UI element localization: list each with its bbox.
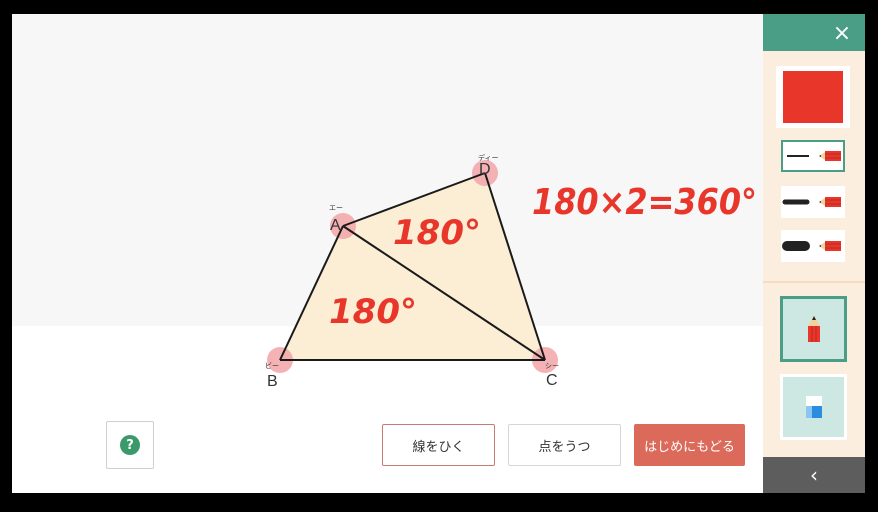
geometry-workspace[interactable]: エー A ビー B シー C ディー D 180° 180° 180×2=360… bbox=[12, 14, 763, 493]
handwritten-angle-upper: 180° bbox=[393, 213, 481, 253]
reset-button[interactable]: はじめにもどる bbox=[634, 424, 745, 466]
color-swatch[interactable] bbox=[783, 71, 843, 123]
point-c-ruby: シー bbox=[545, 362, 559, 370]
place-point-button[interactable]: 点をうつ bbox=[508, 424, 621, 466]
pen-size-medium[interactable] bbox=[781, 186, 845, 218]
tool-panel-header: × bbox=[763, 14, 865, 51]
pencil-tool-button[interactable] bbox=[780, 296, 847, 362]
tool-panel: × ‹ bbox=[763, 14, 865, 493]
draw-line-button[interactable]: 線をひく bbox=[382, 424, 495, 466]
color-picker[interactable] bbox=[776, 66, 850, 128]
handwritten-equation: 180×2=360° bbox=[532, 182, 757, 223]
eraser-tool-button[interactable] bbox=[780, 374, 847, 440]
point-d-label: D bbox=[479, 161, 491, 178]
help-button[interactable]: ? bbox=[106, 421, 154, 469]
pen-size-thick[interactable] bbox=[781, 230, 845, 262]
handwritten-angle-lower: 180° bbox=[329, 292, 417, 332]
medium-pen-icon bbox=[782, 197, 841, 207]
point-b-label: B bbox=[267, 373, 278, 390]
help-icon: ? bbox=[120, 435, 140, 455]
chevron-left-icon: ‹ bbox=[810, 463, 818, 487]
point-b-ruby: ビー bbox=[265, 361, 279, 370]
tool-panel-divider bbox=[763, 281, 865, 283]
close-icon[interactable]: × bbox=[829, 20, 855, 46]
point-a-label: A bbox=[330, 217, 341, 234]
collapse-panel-button[interactable]: ‹ bbox=[763, 457, 865, 493]
point-c-label: C bbox=[546, 372, 558, 389]
pen-size-thin[interactable] bbox=[781, 140, 845, 172]
pencil-icon bbox=[807, 316, 820, 342]
thick-pen-icon bbox=[782, 241, 841, 251]
point-a-ruby: エー bbox=[329, 204, 343, 212]
eraser-icon bbox=[805, 396, 822, 418]
thin-pen-icon bbox=[787, 151, 841, 161]
